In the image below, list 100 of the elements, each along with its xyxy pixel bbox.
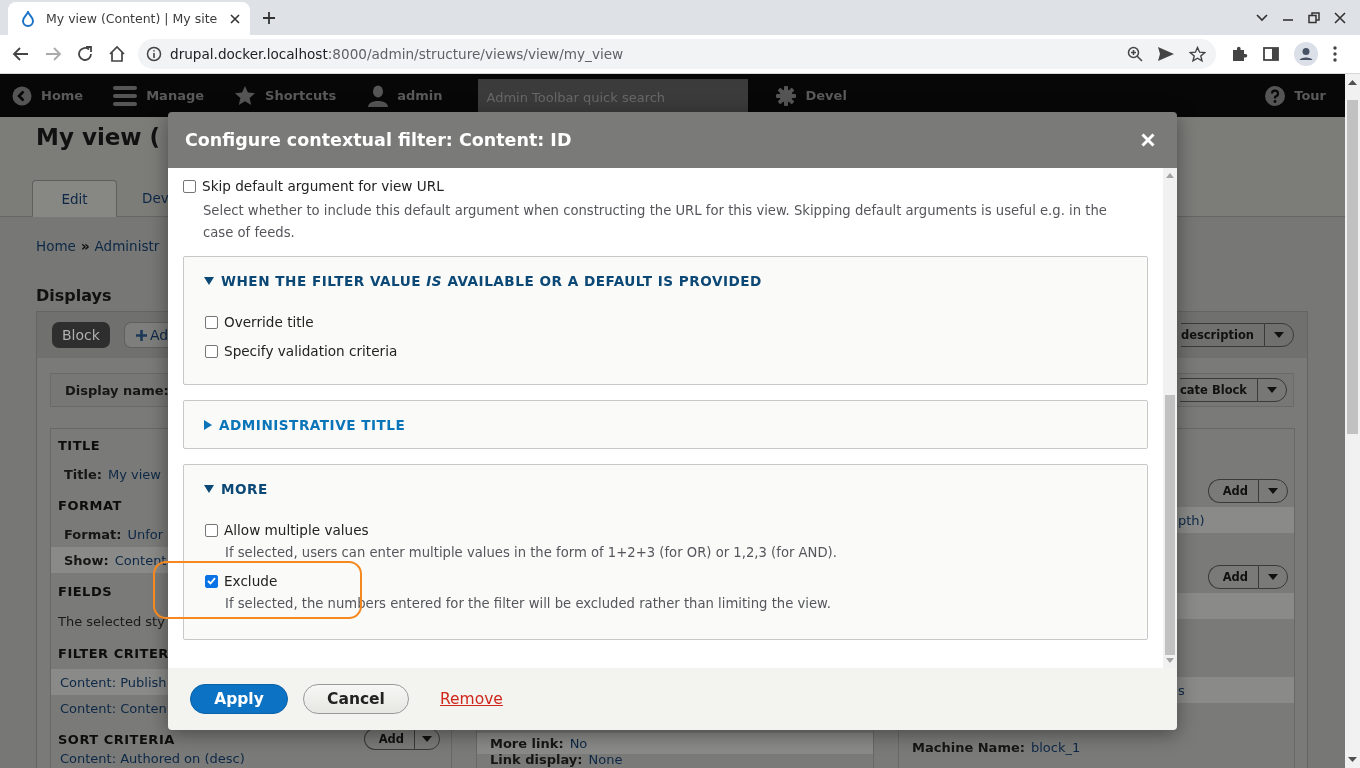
- value-link[interactable]: None: [588, 752, 623, 767]
- checkbox-label[interactable]: Specify validation criteria: [224, 343, 398, 359]
- value-link[interactable]: Content: [114, 552, 167, 568]
- field-description: If selected, users can enter multiple values in the form of 1+2+3 (for OR) or 1,2,3 (for AND).: [225, 544, 838, 562]
- drop-icon: [20, 10, 36, 27]
- checkbox[interactable]: [205, 574, 218, 588]
- chevron-circle-icon: [12, 85, 32, 106]
- toolbar-item[interactable]: admin: [368, 84, 443, 107]
- close-icon[interactable]: [230, 13, 240, 24]
- section-heading: FORMAT: [58, 497, 122, 513]
- scroll-up-icon: [1348, 80, 1357, 85]
- sidebar-icon[interactable]: [1262, 45, 1280, 63]
- checkbox-label[interactable]: Skip default argument for view URL: [202, 178, 444, 194]
- scroll-thumb[interactable]: [1347, 100, 1358, 434]
- checkbox-label[interactable]: Override title: [224, 314, 314, 330]
- toolbar-item[interactable]: Tour: [1265, 85, 1326, 106]
- section-heading: Displays: [36, 286, 113, 306]
- field-label: Link display:: [490, 752, 583, 767]
- reload-icon[interactable]: [76, 45, 94, 63]
- cancel-button[interactable]: Cancel: [303, 684, 409, 714]
- field-label: Format:: [64, 526, 122, 542]
- add-display-button[interactable]: Ad: [123, 322, 170, 348]
- person-icon: [368, 84, 389, 107]
- remove-link[interactable]: Remove: [440, 690, 503, 708]
- puzzle-icon[interactable]: [1230, 45, 1248, 63]
- checkbox-label[interactable]: Allow multiple values: [224, 522, 369, 538]
- checkbox[interactable]: [205, 344, 218, 358]
- display-tab[interactable]: Block: [52, 322, 110, 348]
- breadcrumb-link[interactable]: Home: [36, 237, 76, 255]
- value-link[interactable]: No: [569, 736, 588, 751]
- triangle-down-icon: [204, 484, 214, 493]
- field-description: Select whether to include this default argument when constructing the URL for this view. Skipping default arguments is useful e.g. in the case of feeds.: [203, 202, 1108, 242]
- back-arrow-icon[interactable]: [12, 45, 30, 63]
- help-icon: [1265, 85, 1286, 106]
- toolbar-item[interactable]: Shortcuts: [234, 84, 337, 107]
- field-label: More link:: [490, 736, 564, 751]
- send-icon[interactable]: [1157, 46, 1175, 62]
- value-link[interactable]: block_1: [1030, 739, 1081, 755]
- value-link[interactable]: pth): [1178, 512, 1205, 528]
- plus-icon: [135, 329, 147, 341]
- toolbar-item[interactable]: Manage: [113, 84, 205, 107]
- menu-dots-icon[interactable]: [1332, 45, 1338, 63]
- toolbar-item[interactable]: Devel: [776, 85, 847, 106]
- criteria-link[interactable]: Content: Conten: [60, 700, 167, 716]
- zoom-in-icon[interactable]: [1127, 46, 1143, 62]
- tab-title: My view (Content) | My site: [46, 11, 219, 26]
- scrollbar[interactable]: [1163, 168, 1177, 668]
- dropdown-button[interactable]: cate Block: [1180, 378, 1257, 402]
- value-link[interactable]: Unfor: [127, 526, 164, 542]
- scroll-down-icon: [1166, 658, 1174, 663]
- close-button[interactable]: [1141, 133, 1155, 147]
- field-label: Machine Name:: [912, 739, 1025, 755]
- star-icon: [234, 84, 257, 107]
- checkbox[interactable]: [205, 523, 218, 537]
- checkbox[interactable]: [205, 315, 218, 329]
- checkbox-label[interactable]: Exclude: [224, 573, 278, 589]
- field-label: Title:: [64, 466, 102, 482]
- section-heading: FIELDS: [58, 583, 113, 599]
- section-heading: TITLE: [58, 437, 101, 453]
- chevron-down-icon[interactable]: [1256, 13, 1268, 22]
- section-heading: FILTER CRITER: [58, 645, 169, 661]
- dialog-title: Configure contextual filter: Content: ID: [185, 130, 573, 150]
- page-scrollbar[interactable]: [1345, 74, 1360, 768]
- toolbar-item[interactable]: Home: [12, 85, 84, 106]
- breadcrumb-link[interactable]: Administr: [94, 237, 160, 255]
- home-icon[interactable]: [108, 45, 126, 63]
- caret-icon: [1274, 332, 1284, 338]
- dropdown-button[interactable]: description: [1180, 323, 1264, 347]
- caret-icon: [422, 736, 432, 742]
- section-toggle[interactable]: ADMINISTRATIVE TITLE: [184, 401, 412, 448]
- page-tab[interactable]: Edit: [32, 180, 117, 217]
- value-link[interactable]: My view: [108, 466, 161, 482]
- restore-icon[interactable]: [1308, 11, 1320, 24]
- triangle-down-icon: [204, 276, 214, 285]
- star-outline-icon[interactable]: [1189, 45, 1206, 63]
- caret-icon: [1267, 387, 1277, 393]
- section-toggle[interactable]: WHEN THE FILTER VALUE IS AVAILABLE OR A DEFAULT IS PROVIDED: [184, 257, 768, 304]
- apply-button[interactable]: Apply: [190, 684, 288, 714]
- checkbox[interactable]: [183, 179, 196, 193]
- profile-avatar-icon[interactable]: [1294, 42, 1318, 66]
- caret-icon: [1268, 488, 1278, 494]
- scroll-thumb[interactable]: [1165, 395, 1175, 655]
- value-link[interactable]: s: [1178, 682, 1185, 698]
- page-title: My view (: [36, 123, 161, 151]
- scroll-down-icon: [1348, 757, 1357, 762]
- breadcrumb-separator: »: [80, 237, 90, 255]
- browser-tab[interactable]: My view (Content) | My site: [8, 2, 250, 35]
- address-bar[interactable]: drupal.docker.localhost:8000/admin/structure/views/view/my_view: [138, 39, 1216, 69]
- field-label: Display name:: [65, 382, 169, 398]
- url-text[interactable]: drupal.docker.localhost:8000/admin/structure/views/view/my_view: [170, 46, 1127, 62]
- criteria-link[interactable]: Content: Publish: [60, 674, 167, 690]
- hamburger-icon: [113, 84, 138, 107]
- close-icon[interactable]: [1334, 11, 1346, 24]
- section-heading: SORT CRITERIA: [58, 731, 175, 747]
- scroll-up-icon: [1166, 173, 1174, 178]
- section-toggle[interactable]: MORE: [184, 465, 274, 512]
- triangle-right-icon: [204, 419, 212, 430]
- info-icon[interactable]: [146, 46, 162, 62]
- criteria-link[interactable]: Content: Authored on (desc): [60, 751, 245, 766]
- plus-icon[interactable]: [262, 10, 276, 25]
